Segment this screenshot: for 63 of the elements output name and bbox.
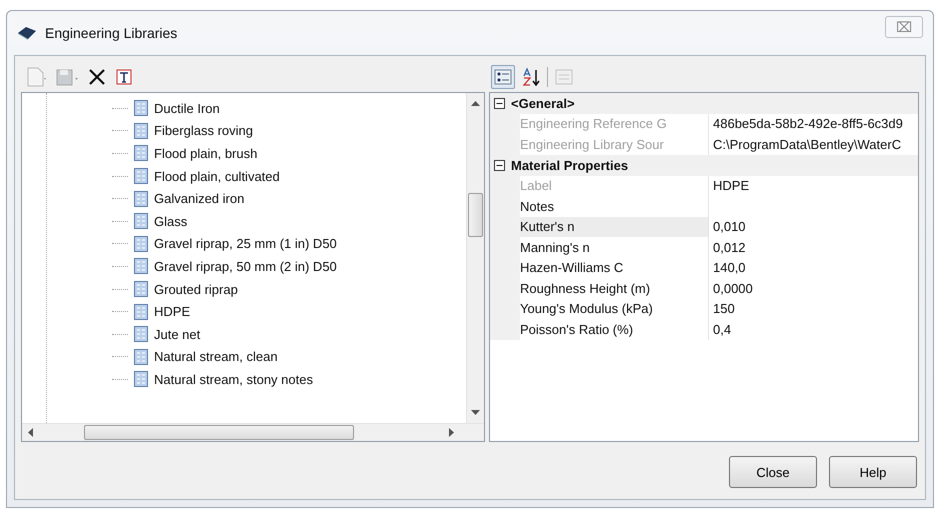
document-icon <box>25 67 47 87</box>
category-heading: <General> <box>511 96 575 111</box>
tree-item[interactable]: HDPE <box>154 304 190 320</box>
tree-item[interactable]: Grouted riprap <box>154 282 238 297</box>
dialog-button[interactable]: Close <box>729 456 817 488</box>
property-name[interactable]: Young's Modulus (kPa) <box>520 298 708 320</box>
material-icon <box>134 326 148 342</box>
scroll-left-arrow-icon[interactable] <box>28 428 33 437</box>
categorized-list-icon <box>493 67 513 87</box>
tree-item[interactable]: Jute net <box>154 326 200 342</box>
material-icon <box>134 304 148 320</box>
material-icon <box>134 371 148 388</box>
horizontal-scrollbar[interactable] <box>22 423 484 441</box>
category-heading: Material Properties <box>511 158 628 173</box>
property-name[interactable]: Hazen-Williams C <box>520 258 708 279</box>
tree-item[interactable]: Gravel riprap, 50 mm (2 in) D50 <box>154 258 337 274</box>
scroll-thumb[interactable] <box>468 193 483 237</box>
property-pages-icon <box>554 67 574 87</box>
property-value[interactable]: 140,0 <box>708 258 918 279</box>
tree-item[interactable]: Flood plain, cultivated <box>154 168 280 184</box>
tree-item[interactable]: Galvanized iron <box>154 191 244 206</box>
tree-item[interactable]: Ductile Iron <box>154 100 220 116</box>
tree-item[interactable]: Fiberglass roving <box>154 123 253 138</box>
scroll-down-arrow-icon[interactable] <box>471 410 480 415</box>
property-value[interactable]: 0,012 <box>708 237 918 258</box>
categorized-view-button[interactable] <box>491 65 515 89</box>
tree-item[interactable]: Natural stream, clean <box>154 349 278 364</box>
property-name[interactable]: Manning's n <box>520 237 708 258</box>
tree-item[interactable]: Glass <box>154 214 188 229</box>
material-icon <box>134 236 148 252</box>
property-name[interactable]: Notes <box>520 196 708 218</box>
tree-item[interactable]: Gravel riprap, 25 mm (1 in) D50 <box>154 236 337 252</box>
sort-az-icon <box>521 67 541 87</box>
save-icon <box>55 67 79 87</box>
property-value[interactable]: 0,4 <box>708 319 918 340</box>
material-icon <box>134 168 148 184</box>
property-value[interactable]: 0,010 <box>708 216 918 238</box>
collapse-icon[interactable] <box>494 160 505 171</box>
material-icon <box>134 281 148 298</box>
material-icon <box>134 100 148 116</box>
vertical-scrollbar[interactable] <box>466 93 484 423</box>
property-name[interactable]: Roughness Height (m) <box>520 278 708 300</box>
tree-item[interactable]: Natural stream, stony notes <box>154 372 313 387</box>
scroll-right-arrow-icon[interactable] <box>449 428 454 437</box>
property-value[interactable]: 0,0000 <box>708 278 918 300</box>
material-icon <box>134 145 148 162</box>
property-name[interactable]: Poisson's Ratio (%) <box>520 319 708 340</box>
scroll-thumb[interactable] <box>84 425 354 440</box>
delete-icon <box>87 67 107 87</box>
property-value[interactable]: 150 <box>708 298 918 320</box>
collapse-icon[interactable] <box>494 98 505 109</box>
dialog-button[interactable]: Help <box>829 456 917 488</box>
property-name[interactable]: Kutter's n <box>520 216 708 238</box>
scroll-up-arrow-icon[interactable] <box>471 101 480 106</box>
tree-item[interactable]: Flood plain, brush <box>154 146 258 161</box>
window-title: Engineering Libraries <box>45 25 178 41</box>
material-icon <box>134 122 148 139</box>
material-icon <box>134 190 148 207</box>
material-icon <box>134 213 148 230</box>
material-icon <box>134 348 148 365</box>
book-icon <box>17 25 37 41</box>
material-icon <box>134 258 148 274</box>
rename-icon <box>115 68 133 86</box>
